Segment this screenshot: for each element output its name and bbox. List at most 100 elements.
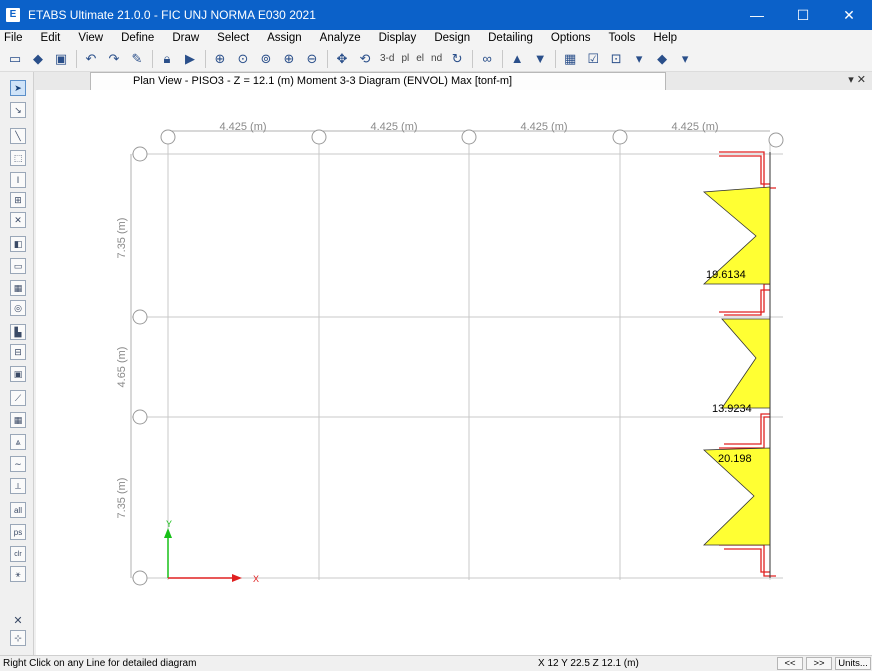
draw-link-icon[interactable]: ⟋	[10, 390, 26, 406]
set-display-options-icon[interactable]: ☑	[582, 49, 604, 69]
menu-analyze[interactable]: Analyze	[311, 30, 370, 46]
clear-selection-button[interactable]: clr	[10, 546, 26, 562]
move-down-icon[interactable]: ▼	[529, 49, 551, 69]
frame-bracket-4b	[724, 548, 770, 573]
elevation-view-button[interactable]: el	[413, 49, 427, 69]
menu-select[interactable]: Select	[208, 30, 258, 46]
maximize-button[interactable]: ☐	[780, 0, 826, 30]
toolbar-divider	[327, 49, 328, 68]
view-3d-button[interactable]: 3-d	[377, 49, 397, 69]
draw-column-icon[interactable]: I	[10, 172, 26, 188]
redo-icon[interactable]: ↷	[103, 49, 125, 69]
minimize-button[interactable]: —	[734, 0, 780, 30]
menu-view[interactable]: View	[69, 30, 112, 46]
draw-floor-icon[interactable]: ◧	[10, 236, 26, 252]
menu-edit[interactable]: Edit	[32, 30, 70, 46]
menu-draw[interactable]: Draw	[163, 30, 208, 46]
lock-icon[interactable]: 🔒︎	[156, 49, 178, 69]
previous-view-button[interactable]: <<	[777, 657, 803, 670]
menu-define[interactable]: Define	[112, 30, 163, 46]
draw-dimension-icon[interactable]: ⟂	[10, 478, 26, 494]
undo-icon[interactable]: ↶	[80, 49, 102, 69]
status-bar: Right Click on any Line for detailed dia…	[0, 655, 872, 671]
menu-help[interactable]: Help	[644, 30, 686, 46]
run-analysis-icon[interactable]: ▶	[179, 49, 201, 69]
menu-detailing[interactable]: Detailing	[479, 30, 542, 46]
draw-panel-icon[interactable]: ▣	[10, 366, 26, 382]
dropdown-arrow-icon[interactable]: ▾	[628, 49, 650, 69]
menu-display[interactable]: Display	[370, 30, 426, 46]
draw-line-icon[interactable]: ╲	[10, 128, 26, 144]
quick-draw-floor-icon[interactable]: ▦	[10, 280, 26, 296]
save-icon[interactable]: ▣	[50, 49, 72, 69]
draw-stair-icon[interactable]: ⩓	[10, 434, 26, 450]
grid-bubble-1[interactable]	[160, 129, 176, 145]
pencil-icon[interactable]: ✎	[126, 49, 148, 69]
perspective-icon[interactable]: ∞	[476, 49, 498, 69]
previous-selection-button[interactable]: ps	[10, 524, 26, 540]
plan-drawing: 4.425 (m) 4.425 (m) 4.425 (m) 4.425 (m) …	[116, 121, 784, 586]
tab-window-controls[interactable]: ▾ ✕	[848, 73, 866, 86]
menu-assign[interactable]: Assign	[258, 30, 311, 46]
y-spacing-label-1: 7.35 (m)	[116, 218, 128, 259]
rotate-view-icon[interactable]: ↻	[446, 49, 468, 69]
draw-opening-icon[interactable]: ◎	[10, 300, 26, 316]
menu-options[interactable]: Options	[542, 30, 600, 46]
left-toolbar: ➤ ↘ ╲ ⬚ I ⊞ ✕ ◧ ▭ ▦ ◎ ▙ ⊟ ▣ ⟋ ▦ ⩓ ∼ ⟂ al…	[0, 72, 34, 657]
show-forces-icon[interactable]: ⊡	[605, 49, 627, 69]
reshape-icon[interactable]: ↘	[10, 102, 26, 118]
moment-labels: 19.6134 13.9234 20.198	[706, 269, 752, 465]
x-spacing-label-2: 4.425 (m)	[370, 121, 417, 133]
zoom-in-icon[interactable]: ⊕	[278, 49, 300, 69]
menu-design[interactable]: Design	[425, 30, 479, 46]
draw-tendon-icon[interactable]: ∼	[10, 456, 26, 472]
window-controls: — ☐ ✕	[734, 0, 872, 30]
grid-bubble-4[interactable]	[612, 129, 628, 145]
rotate-3d-icon[interactable]: ⟲	[354, 49, 376, 69]
intersecting-line-select-icon[interactable]: ⚹	[10, 566, 26, 582]
grid-bubble-b[interactable]	[132, 309, 148, 325]
previous-zoom-icon[interactable]: ⊚	[255, 49, 277, 69]
node-view-button[interactable]: nd	[428, 49, 445, 69]
zoom-out-icon[interactable]: ⊖	[301, 49, 323, 69]
model-canvas[interactable]: 4.425 (m) 4.425 (m) 4.425 (m) 4.425 (m) …	[36, 90, 872, 655]
move-up-icon[interactable]: ▲	[506, 49, 528, 69]
grid-bubble-5[interactable]	[768, 132, 784, 148]
next-view-button[interactable]: >>	[806, 657, 832, 670]
draw-cross-brace-icon[interactable]: ✕	[10, 212, 26, 228]
restore-view-icon[interactable]: ⊙	[232, 49, 254, 69]
open-model-icon[interactable]: ◆	[27, 49, 49, 69]
grid-bubble-2[interactable]	[311, 129, 327, 145]
dropdown-arrow-icon[interactable]: ▾	[674, 49, 696, 69]
menu-file[interactable]: File	[0, 30, 32, 46]
show-deformed-icon[interactable]: ◆	[651, 49, 673, 69]
close-panel-icon[interactable]: ✕	[10, 612, 26, 628]
draw-braces-icon[interactable]: ⊞	[10, 192, 26, 208]
frame-bracket-4	[719, 544, 776, 577]
toolbar-divider	[555, 49, 557, 68]
pan-icon[interactable]: ✥	[331, 49, 353, 69]
grid-bubble-d[interactable]	[132, 570, 148, 586]
draw-grid-icon[interactable]: ▦	[10, 412, 26, 428]
new-model-icon[interactable]: ▭	[4, 49, 26, 69]
grid-bubble-c[interactable]	[132, 409, 148, 425]
draw-rectangle-icon[interactable]: ▭	[10, 258, 26, 274]
rubber-band-zoom-icon[interactable]: ⊕	[209, 49, 231, 69]
draw-wall-icon[interactable]: ▙	[10, 324, 26, 340]
menu-tools[interactable]: Tools	[600, 30, 645, 46]
grid-bubble-3[interactable]	[461, 129, 477, 145]
cursor-coordinates: X 12 Y 22.5 Z 12.1 (m)	[538, 658, 639, 669]
grid-bubble-a[interactable]	[132, 146, 148, 162]
pointer-icon[interactable]: ➤	[10, 80, 26, 96]
close-button[interactable]: ✕	[826, 0, 872, 30]
plan-view-button[interactable]: pl	[398, 49, 412, 69]
snap-options-icon[interactable]: ⊹	[10, 630, 26, 646]
document-tab-bar: Plan View - PISO3 - Z = 12.1 (m) Moment …	[34, 72, 872, 90]
draw-beam-icon[interactable]: ⬚	[10, 150, 26, 166]
draw-walls-icon[interactable]: ⊟	[10, 344, 26, 360]
tab-plan-view[interactable]: Plan View - PISO3 - Z = 12.1 (m) Moment …	[90, 72, 666, 90]
units-button[interactable]: Units...	[835, 657, 871, 670]
object-shrink-icon[interactable]: ▦	[559, 49, 581, 69]
moment-diagram-segment-2[interactable]	[721, 318, 771, 409]
select-all-button[interactable]: all	[10, 502, 26, 518]
